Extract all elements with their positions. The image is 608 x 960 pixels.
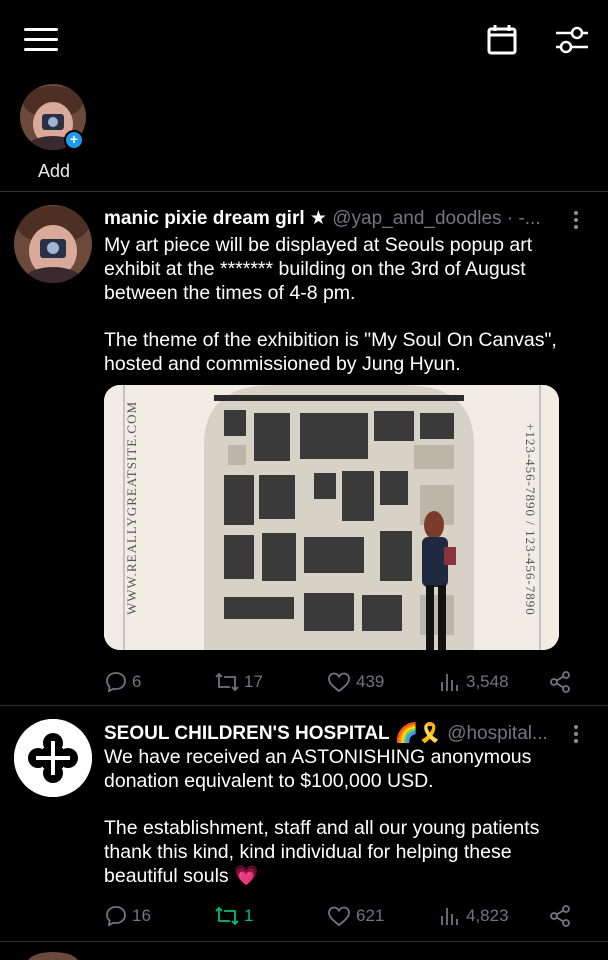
plus-icon: + <box>64 130 84 150</box>
repost-icon <box>215 906 239 926</box>
calendar-icon[interactable] <box>484 22 520 58</box>
image-side-text-left: WWW.REALLYGREATSITE.COM <box>124 401 139 615</box>
share-icon <box>550 671 570 693</box>
reply-count: 16 <box>132 906 151 925</box>
views-icon <box>441 908 458 925</box>
post-paragraph: The establishment, staff and all our you… <box>104 817 540 887</box>
post-header: manic pixie dream girl ★ @yap_and_doodle… <box>104 207 564 230</box>
next-post-avatar[interactable] <box>28 952 78 960</box>
like-count: 621 <box>356 906 385 925</box>
reply-button[interactable]: 6 <box>104 667 141 697</box>
post-text: We have received an ASTONISHING anonymou… <box>104 745 584 911</box>
add-story-button[interactable]: + Add <box>18 84 90 182</box>
post-header: SEOUL CHILDREN'S HOSPITAL 🌈🎗️ @hospital.… <box>104 721 564 745</box>
share-button[interactable] <box>548 901 576 931</box>
post-paragraph: My art piece will be displayed at Seouls… <box>104 234 533 304</box>
post-image[interactable]: WWW.REALLYGREATSITE.COM +123-456-7890 / … <box>104 385 559 650</box>
user-handle[interactable]: @hospital... <box>447 723 548 744</box>
repost-button[interactable]: 1 <box>214 901 253 931</box>
post-paragraph: We have received an ASTONISHING anonymou… <box>104 746 532 792</box>
filter-icon[interactable] <box>552 22 592 58</box>
image-side-text-right: +123-456-7890 / 123-456-7890 <box>523 423 538 616</box>
repost-button[interactable]: 17 <box>214 667 263 697</box>
reply-icon <box>106 906 126 927</box>
like-button[interactable]: 439 <box>326 667 384 697</box>
avatar[interactable] <box>14 719 92 797</box>
like-count: 439 <box>356 672 385 691</box>
views-count: 3,548 <box>466 672 509 691</box>
post-paragraph: The theme of the exhibition is "My Soul … <box>104 329 557 375</box>
views-button[interactable]: 4,823 <box>438 901 509 931</box>
menu-icon[interactable] <box>22 24 60 56</box>
user-handle[interactable]: @yap_and_doodles · -... <box>332 208 540 229</box>
post-text: My art piece will be displayed at Seouls… <box>104 233 584 399</box>
share-button[interactable] <box>548 667 576 697</box>
reply-count: 6 <box>132 672 142 691</box>
like-icon <box>328 906 350 927</box>
views-button[interactable]: 3,548 <box>438 667 509 697</box>
more-icon[interactable] <box>566 209 586 235</box>
views-icon <box>441 674 458 691</box>
display-name[interactable]: SEOUL CHILDREN'S HOSPITAL 🌈🎗️ <box>104 723 442 744</box>
post-actions: 16 1 621 4,823 <box>104 901 584 931</box>
reply-button[interactable]: 16 <box>104 901 151 931</box>
post-card[interactable]: SEOUL CHILDREN'S HOSPITAL 🌈🎗️ @hospital.… <box>0 707 608 942</box>
post-actions: 6 17 439 3,548 <box>104 667 584 697</box>
add-story-label: Add <box>37 161 71 181</box>
stories-row: + Add <box>0 80 608 192</box>
display-name[interactable]: manic pixie dream girl ★ <box>104 208 327 229</box>
views-count: 4,823 <box>466 906 509 925</box>
post-card[interactable]: manic pixie dream girl ★ @yap_and_doodle… <box>0 193 608 706</box>
like-button[interactable]: 621 <box>326 901 384 931</box>
like-icon <box>328 672 350 693</box>
avatar[interactable] <box>14 205 92 283</box>
repost-count: 1 <box>244 906 254 925</box>
share-icon <box>550 905 570 927</box>
repost-icon <box>215 672 239 692</box>
repost-count: 17 <box>244 672 263 691</box>
top-bar <box>0 0 608 80</box>
reply-icon <box>106 672 126 693</box>
